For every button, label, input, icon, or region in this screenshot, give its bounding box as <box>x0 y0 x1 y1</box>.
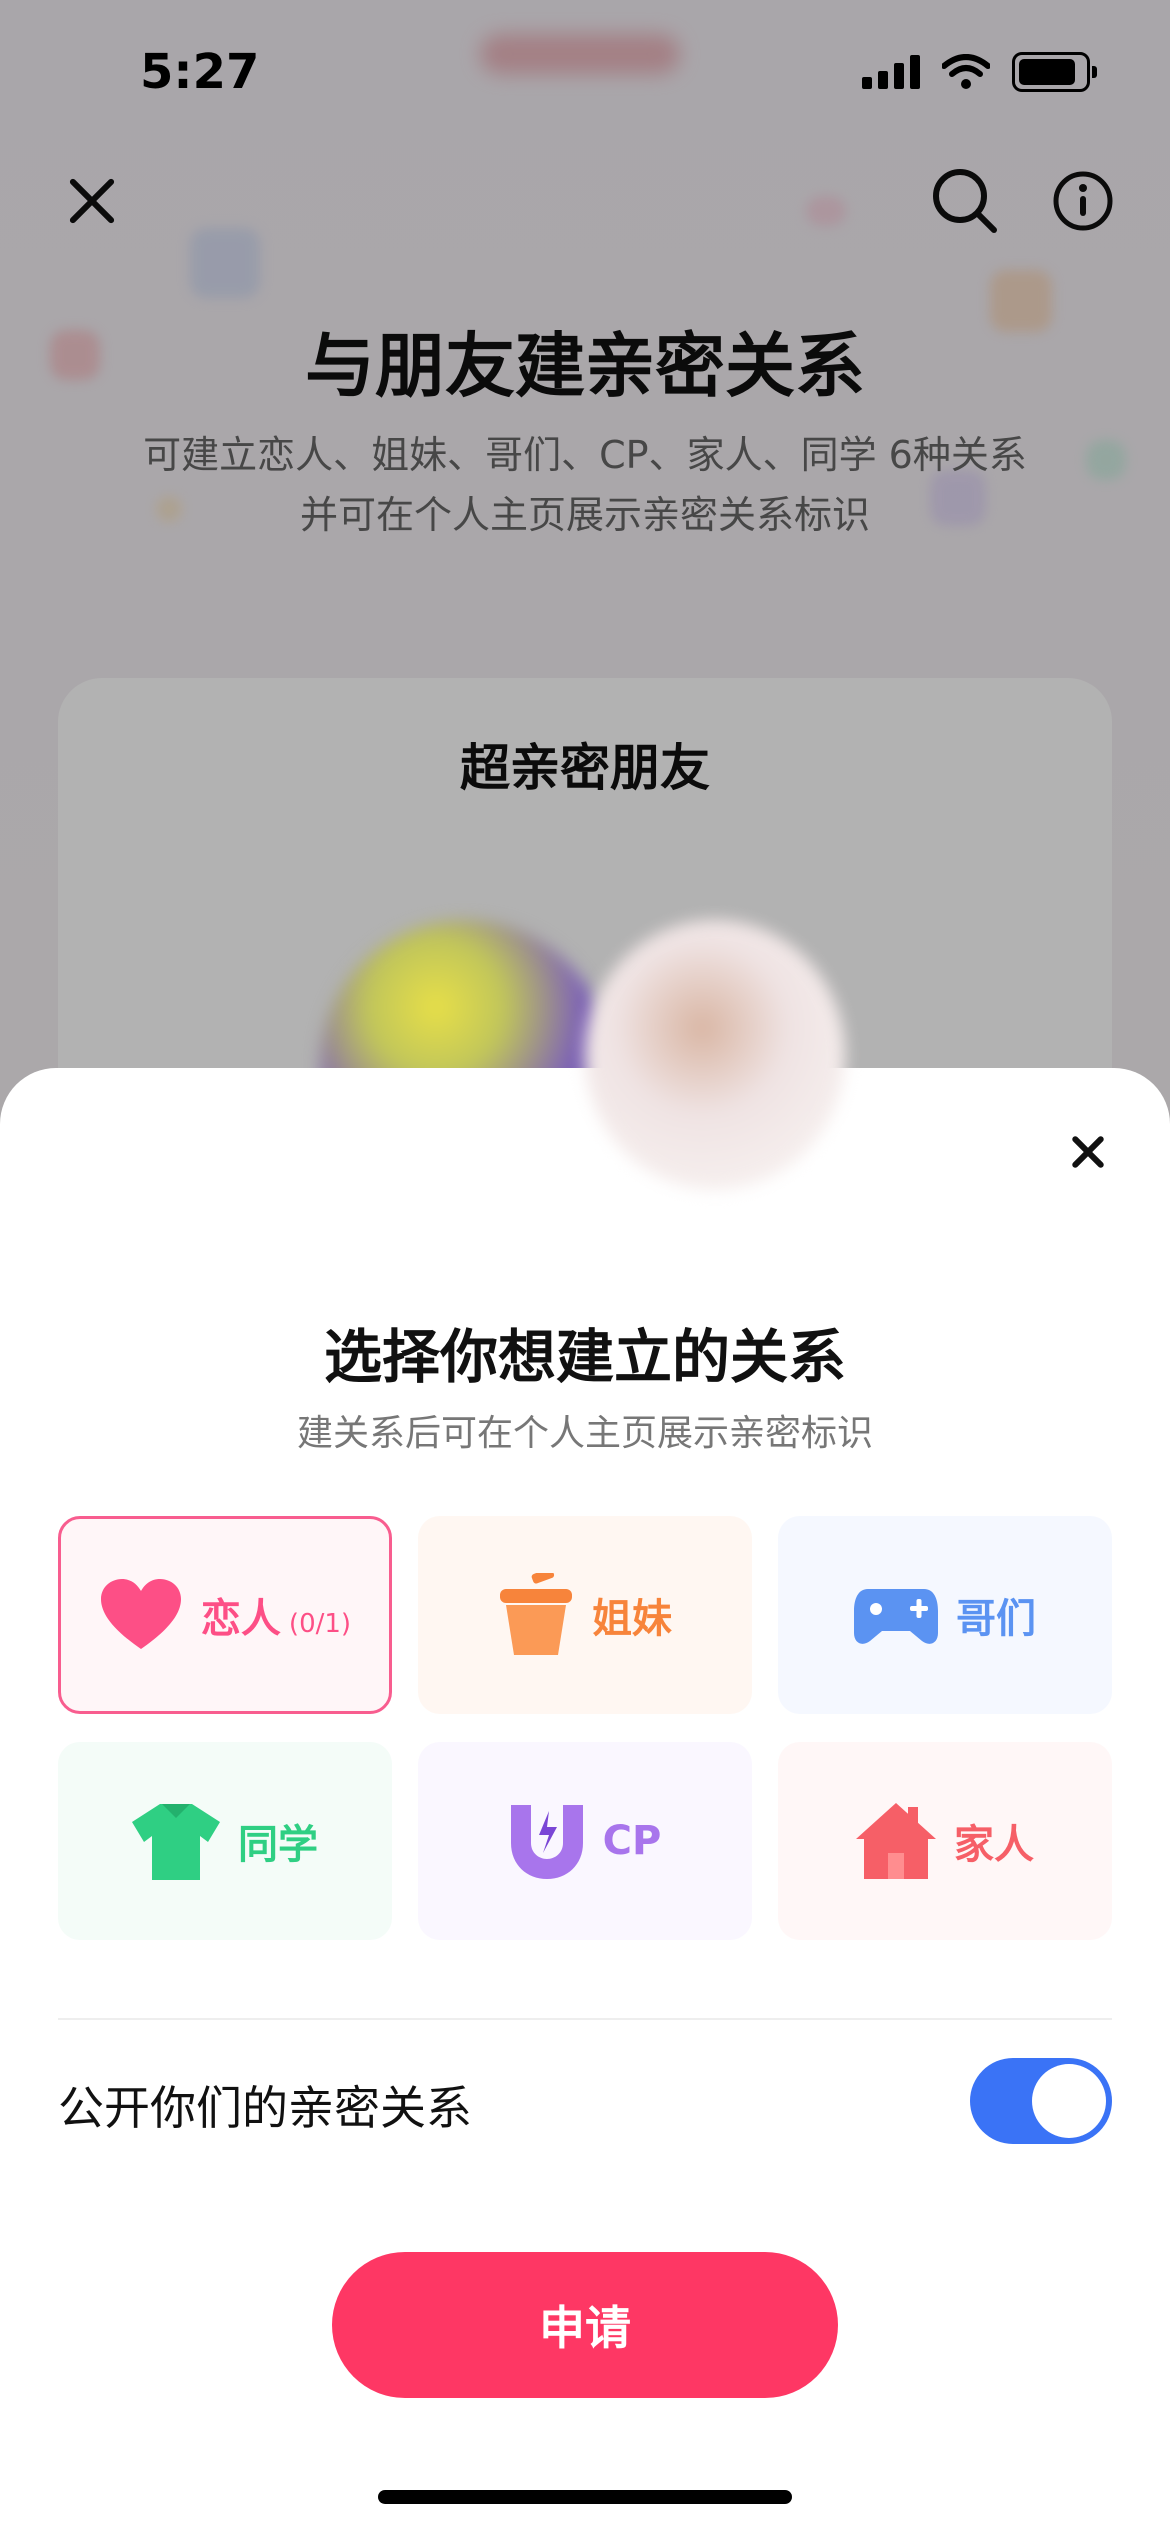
toggle-knob <box>1032 2064 1106 2138</box>
magnet-icon <box>510 1805 583 1879</box>
tshirt-icon <box>132 1804 220 1880</box>
relation-label-family: 家人 <box>954 1822 1034 1868</box>
relation-option-lover[interactable]: 恋人 (0/1) <box>58 1516 392 1714</box>
divider <box>58 2018 1112 2020</box>
relation-label-classmates: 同学 <box>238 1822 318 1868</box>
home-indicator[interactable] <box>378 2490 792 2504</box>
cup-icon <box>500 1573 572 1655</box>
relation-option-family[interactable]: 家人 <box>778 1742 1112 1940</box>
relation-label-lover: 恋人 <box>200 1596 281 1642</box>
relation-option-bros[interactable]: 哥们 <box>778 1516 1112 1714</box>
public-relation-label: 公开你们的亲密关系 <box>58 2081 472 2135</box>
avatar-friend <box>585 920 845 1190</box>
sheet-close-icon[interactable] <box>1070 1134 1106 1170</box>
relation-option-cp[interactable]: CP <box>418 1742 752 1940</box>
apply-button[interactable]: 申请 <box>332 2252 838 2398</box>
sheet-subtitle: 建关系后可在个人主页展示亲密标识 <box>296 1413 873 1454</box>
public-relation-toggle[interactable] <box>970 2058 1112 2144</box>
gamepad-icon <box>854 1589 938 1644</box>
house-icon <box>856 1803 936 1879</box>
relation-count-lover: (0/1) <box>288 1609 352 1639</box>
relation-option-classmates[interactable]: 同学 <box>58 1742 392 1940</box>
relation-label-sisters: 姐妹 <box>592 1596 672 1642</box>
relation-label-bros: 哥们 <box>956 1596 1036 1642</box>
relation-label-cp: CP <box>602 1818 662 1864</box>
heart-icon <box>100 1579 181 1649</box>
sheet-title: 选择你想建立的关系 <box>323 1323 846 1391</box>
relation-option-sisters[interactable]: 姐妹 <box>418 1516 752 1714</box>
